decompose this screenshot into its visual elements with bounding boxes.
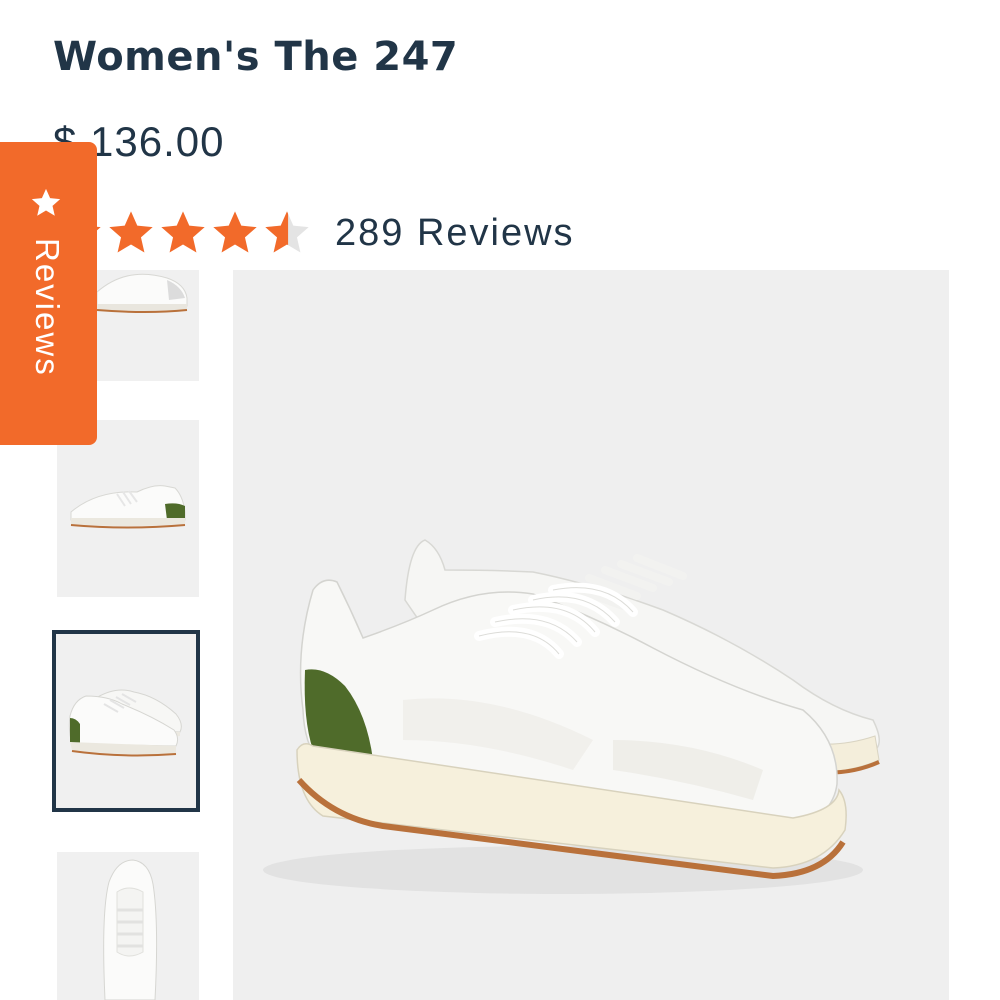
star-icon — [109, 211, 153, 253]
rating-summary[interactable]: 289 Reviews — [53, 205, 575, 261]
star-half-icon — [265, 211, 309, 253]
reviews-side-tab[interactable]: Reviews — [0, 142, 97, 445]
shoe-image — [233, 270, 949, 1000]
product-page: Women's The 247 $ 136.00 289 Reviews Rev… — [0, 0, 1000, 1000]
thumbnail-pair-angle[interactable] — [52, 630, 200, 812]
reviews-tab-label: Reviews — [29, 238, 66, 377]
shoe-thumbnail-image — [56, 634, 196, 808]
star-icon — [213, 211, 257, 253]
star-icon — [31, 188, 61, 216]
review-count-link[interactable]: 289 Reviews — [335, 212, 575, 255]
star-icon — [161, 211, 205, 253]
product-title: Women's The 247 — [53, 34, 459, 80]
shoe-thumbnail-image — [57, 852, 199, 1000]
shoe-thumbnail-image — [57, 420, 199, 597]
main-product-image — [233, 270, 949, 1000]
thumbnail-top-view[interactable] — [57, 852, 199, 1000]
thumbnail-side-green-heel[interactable] — [57, 420, 199, 597]
